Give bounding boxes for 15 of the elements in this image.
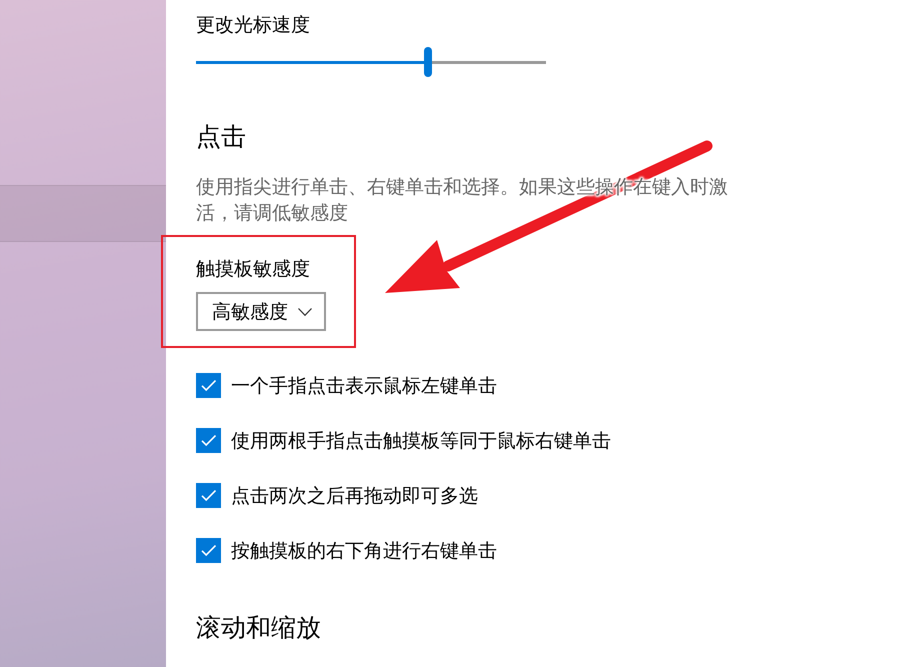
chevron-down-icon <box>298 308 312 316</box>
setting-label: 触摸板敏感度 <box>196 257 310 282</box>
checkbox[interactable] <box>196 538 221 563</box>
section-heading: 滚动和缩放 <box>196 612 321 644</box>
slider-label: 更改光标速度 <box>196 13 310 38</box>
slider-thumb[interactable] <box>424 47 432 77</box>
checkbox[interactable] <box>196 428 221 453</box>
checkbox-label: 使用两根手指点击触摸板等同于鼠标右键单击 <box>231 428 611 454</box>
checkbox-label: 按触摸板的右下角进行右键单击 <box>231 538 497 564</box>
checkbox-label: 一个手指点击表示鼠标左键单击 <box>231 374 497 398</box>
sensitivity-dropdown[interactable]: 高敏感度 <box>196 292 326 331</box>
section-heading: 点击 <box>196 121 246 153</box>
checkbox-label: 点击两次之后再拖动即可多选 <box>231 484 478 508</box>
checkbox[interactable] <box>196 373 221 398</box>
checkbox[interactable] <box>196 483 221 508</box>
